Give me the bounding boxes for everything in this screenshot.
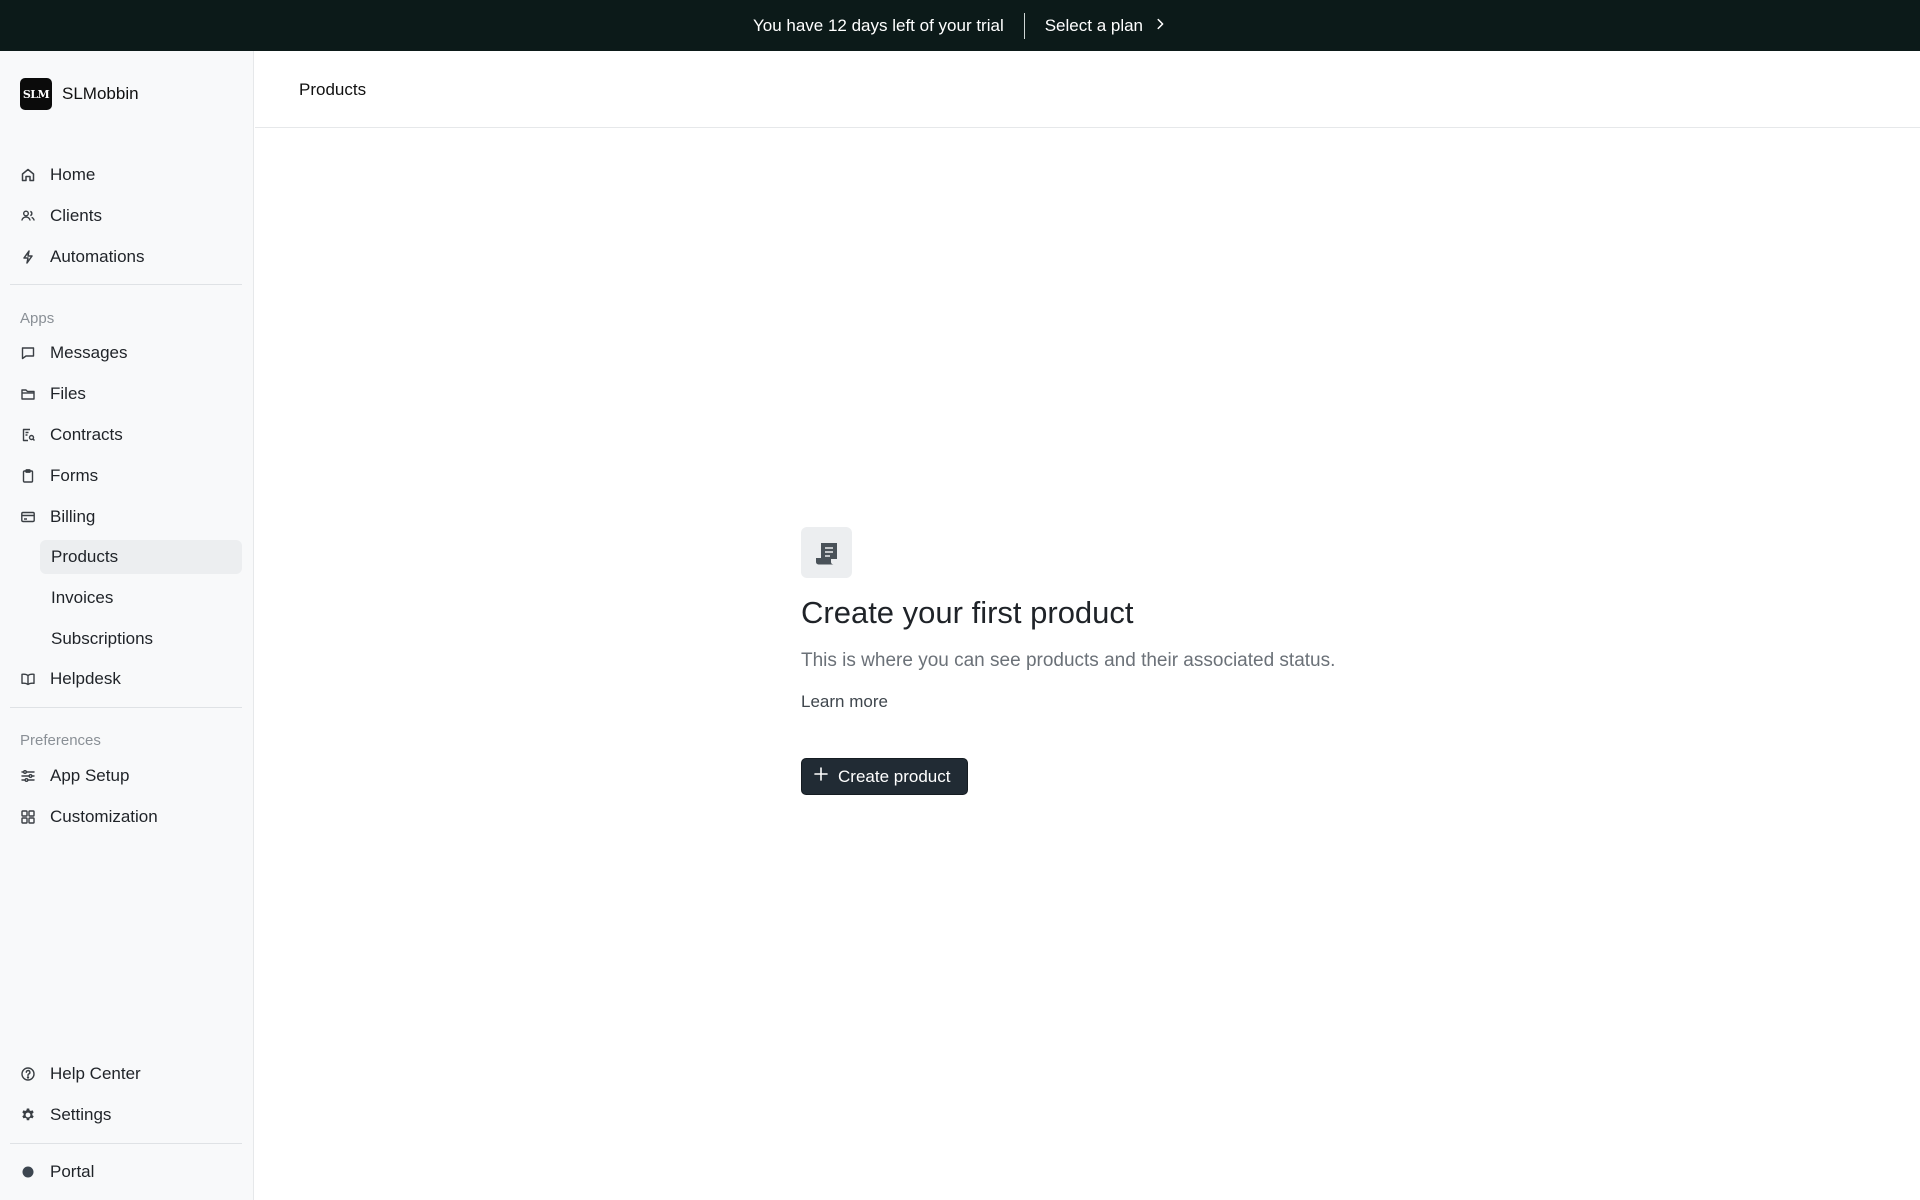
sidebar-subitem-label: Invoices [51,588,114,607]
trial-text: You have 12 days left of your trial [752,15,1004,35]
select-plan-link[interactable]: Select a plan [1045,16,1167,36]
banner-divider [1023,12,1025,39]
select-plan-label: Select a plan [1044,15,1144,35]
sidebar-item-billing[interactable]: Billing [10,500,242,534]
sidebar-item-label: Files [50,384,86,403]
page-header: Products [255,51,1920,128]
page-title: Products [299,80,367,99]
create-product-button[interactable]: Create product [801,758,968,795]
sidebar-item-label: Billing [50,507,96,526]
create-product-label: Create product [838,766,951,786]
chevron-right-icon [1153,16,1167,36]
sidebar-item-helpdesk[interactable]: Helpdesk [10,662,242,696]
sidebar-subitem-label: Subscriptions [51,629,154,648]
sidebar-divider [10,284,242,285]
workspace-name: SLMobbin [62,84,139,103]
trial-banner: You have 12 days left of your trial Sele… [0,0,1920,51]
folder-icon [20,386,36,402]
sidebar-divider [10,1143,242,1144]
book-icon [20,671,36,687]
sidebar-item-label: Messages [50,343,128,362]
workspace-logo: SLM [20,78,52,110]
help-circle-icon [20,1066,36,1082]
clipboard-icon [20,468,36,484]
home-icon [20,167,36,183]
sidebar-item-portal[interactable]: Portal [10,1155,242,1189]
sidebar-item-label: App Setup [50,766,130,785]
empty-state-heading: Create your first product [801,595,1134,630]
workspace-brand[interactable]: SLM SLMobbin [20,78,139,110]
users-icon [20,208,36,224]
message-icon [20,345,36,361]
section-label-preferences: Preferences [20,732,101,749]
sidebar-item-app-setup[interactable]: App Setup [10,759,242,793]
sidebar-subitem-invoices[interactable]: Invoices [40,581,242,615]
sidebar-item-label: Settings [50,1105,112,1124]
sidebar-item-label: Clients [50,206,102,225]
sidebar-item-clients[interactable]: Clients [10,199,242,233]
gear-icon [20,1107,36,1123]
sidebar-item-help-center[interactable]: Help Center [10,1057,242,1091]
sidebar-item-label: Helpdesk [50,669,121,688]
sidebar: SLM SLMobbin Home Clients Automations Ap… [0,51,254,1200]
sidebar-item-label: Automations [50,247,145,266]
sidebar-divider [10,707,242,708]
credit-card-icon [20,509,36,525]
sidebar-item-customization[interactable]: Customization [10,800,242,834]
sidebar-subitem-subscriptions[interactable]: Subscriptions [40,622,242,656]
sidebar-item-label: Help Center [50,1064,141,1083]
sidebar-item-messages[interactable]: Messages [10,336,242,370]
plus-icon [813,766,829,787]
sidebar-item-contracts[interactable]: Contracts [10,418,242,452]
learn-more-link[interactable]: Learn more [801,692,888,712]
empty-state: Create your first product This is where … [801,527,1501,795]
sidebar-item-label: Customization [50,807,158,826]
sliders-icon [20,768,36,784]
contract-icon [20,427,36,443]
bolt-icon [20,249,36,265]
grid-icon [20,809,36,825]
sidebar-item-forms[interactable]: Forms [10,459,242,493]
sidebar-item-label: Portal [50,1162,95,1181]
dot-icon [20,1164,36,1180]
receipt-icon [801,527,852,578]
sidebar-item-label: Forms [50,466,99,485]
sidebar-item-files[interactable]: Files [10,377,242,411]
sidebar-item-settings[interactable]: Settings [10,1098,242,1132]
section-label-apps: Apps [20,310,55,327]
sidebar-item-label: Contracts [50,425,123,444]
sidebar-subitem-products[interactable]: Products [40,540,242,574]
empty-state-description: This is where you can see products and t… [801,650,1336,671]
sidebar-item-label: Home [50,165,96,184]
sidebar-subitem-label: Products [51,547,119,566]
sidebar-item-home[interactable]: Home [10,158,242,192]
sidebar-item-automations[interactable]: Automations [10,240,242,274]
